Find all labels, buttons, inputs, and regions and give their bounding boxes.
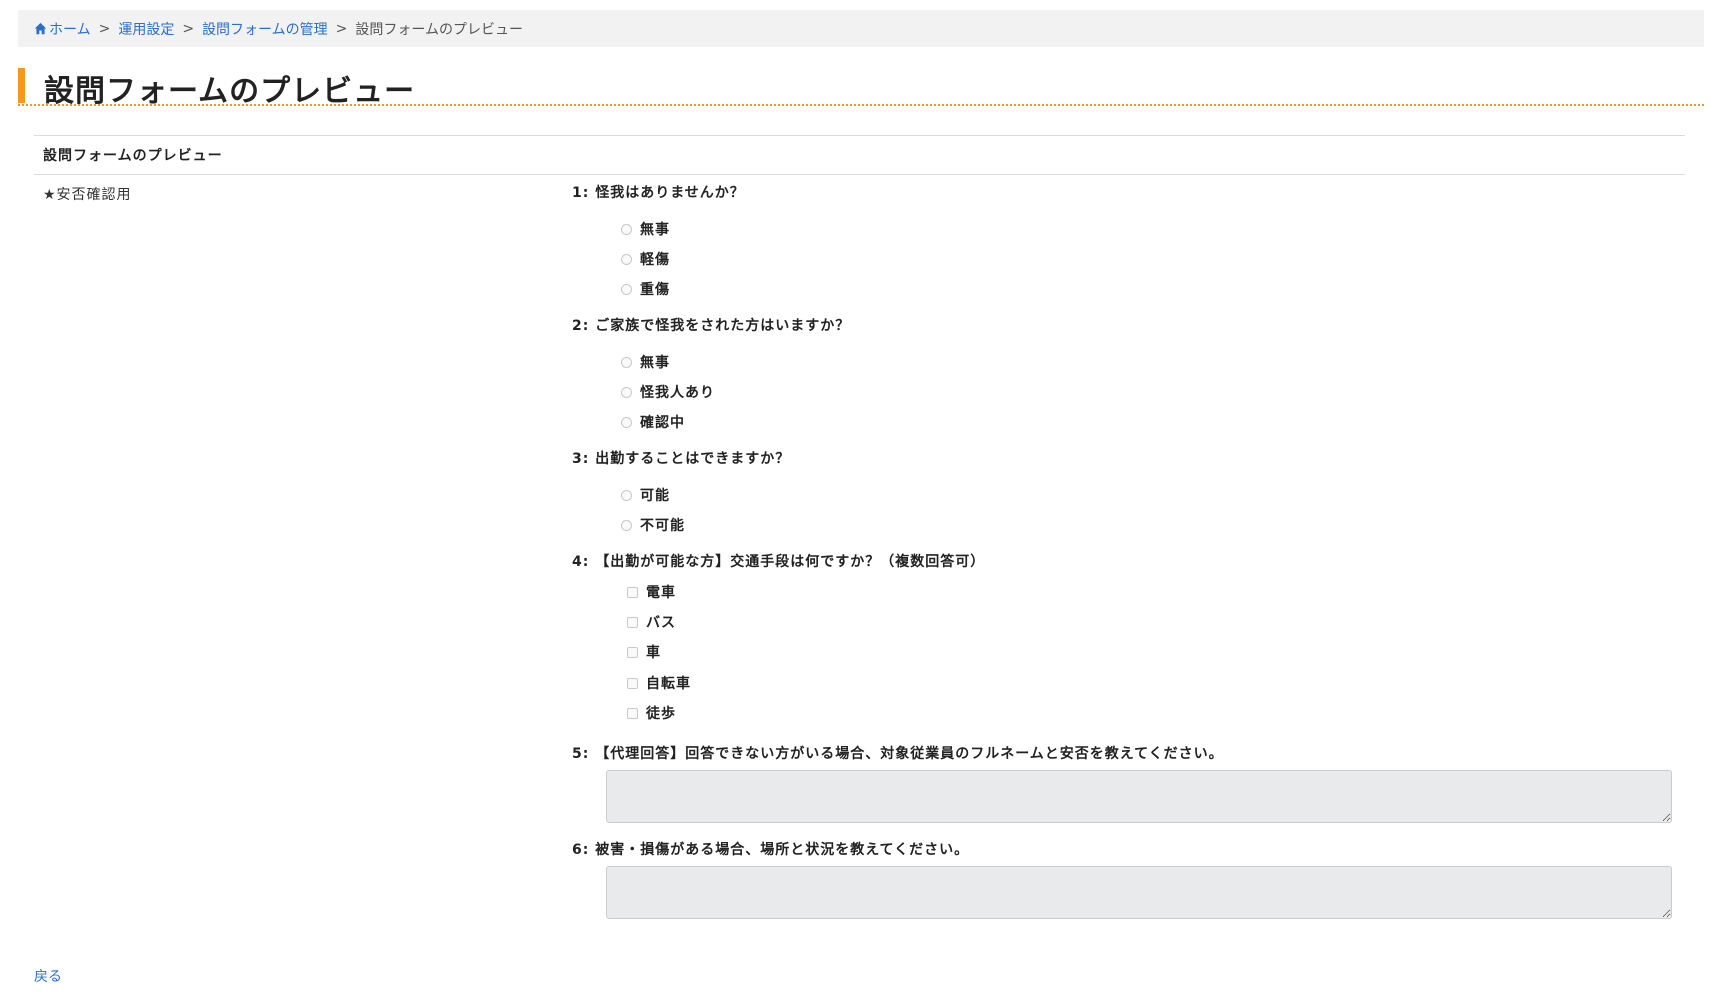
checkbox-option[interactable]: 電車 [627,582,676,602]
option-label: 不可能 [640,518,685,534]
radio-button[interactable] [621,519,632,531]
radio-button[interactable] [621,223,632,235]
option-label: 可能 [640,488,670,504]
option-label: 電車 [646,585,676,601]
radio-option[interactable]: 怪我人あり [621,382,715,402]
radio-button[interactable] [621,253,632,265]
breadcrumb-separator: > [182,20,195,37]
preview-panel: 設問フォームのプレビュー ★安否確認用 [34,135,1685,203]
radio-option[interactable]: 重傷 [621,279,670,299]
question-title: 3: 出勤することはできますか？ [572,451,791,467]
question-title: 1: 怪我はありませんか？ [572,185,745,201]
checkbox-option[interactable]: 徒歩 [627,703,676,723]
home-icon [34,22,47,34]
checkbox[interactable] [627,586,638,598]
option-label: 車 [646,645,661,661]
radio-option[interactable]: 無事 [621,352,670,372]
checkbox[interactable] [627,616,638,628]
radio-option[interactable]: 無事 [621,219,670,239]
option-label: 確認中 [640,415,685,431]
checkbox[interactable] [627,707,638,719]
page-title: 設問フォームのプレビュー [44,74,416,109]
radio-button[interactable] [621,386,632,398]
checkbox-option[interactable]: バス [627,612,676,632]
checkbox-option[interactable]: 自転車 [627,673,691,693]
option-label: 自転車 [646,676,691,692]
option-label: 無事 [640,355,670,371]
breadcrumb-home-label: ホーム [49,21,91,38]
breadcrumb-home[interactable]: ホーム [34,19,91,39]
radio-option[interactable]: 不可能 [621,515,685,535]
radio-button[interactable] [621,416,632,428]
radio-button[interactable] [621,489,632,501]
breadcrumb-ops-settings[interactable]: 運用設定 [118,19,174,39]
checkbox-option[interactable]: 車 [627,642,661,662]
title-accent-bar [18,68,25,103]
question-title: 2: ご家族で怪我をされた方はいますか？ [572,318,851,334]
question-title: 5: 【代理回答】回答できない方がいる場合、対象従業員のフルネームと安否を教えて… [572,746,1224,762]
breadcrumb-separator: > [98,20,111,37]
option-label: 怪我人あり [640,385,715,401]
breadcrumb-separator: > [335,20,348,37]
question-title: 4: 【出勤が可能な方】交通手段は何ですか？（複数回答可） [572,554,986,570]
radio-button[interactable] [621,356,632,368]
option-label: 軽傷 [640,252,670,268]
back-link[interactable]: 戻る [34,966,62,986]
proxy-answer-textarea[interactable] [606,770,1672,823]
page-header: 設問フォームのプレビュー [18,66,1704,109]
radio-button[interactable] [621,283,632,295]
form-name-label: ★安否確認用 [43,187,132,203]
radio-option[interactable]: 可能 [621,485,670,505]
panel-header: 設問フォームのプレビュー [34,136,1685,175]
breadcrumb: ホーム > 運用設定 > 設問フォームの管理 > 設問フォームのプレビュー [18,10,1704,47]
breadcrumb-form-management[interactable]: 設問フォームの管理 [202,19,328,39]
breadcrumb-current: 設問フォームのプレビュー [355,21,523,38]
checkbox[interactable] [627,677,638,689]
checkbox[interactable] [627,646,638,658]
option-label: 徒歩 [646,706,676,722]
option-label: バス [646,615,676,631]
option-label: 重傷 [640,282,670,298]
question-title: 6: 被害・損傷がある場合、場所と状況を教えてください。 [572,842,970,858]
radio-option[interactable]: 確認中 [621,412,685,432]
option-label: 無事 [640,222,670,238]
damage-report-textarea[interactable] [606,866,1672,919]
radio-option[interactable]: 軽傷 [621,249,670,269]
